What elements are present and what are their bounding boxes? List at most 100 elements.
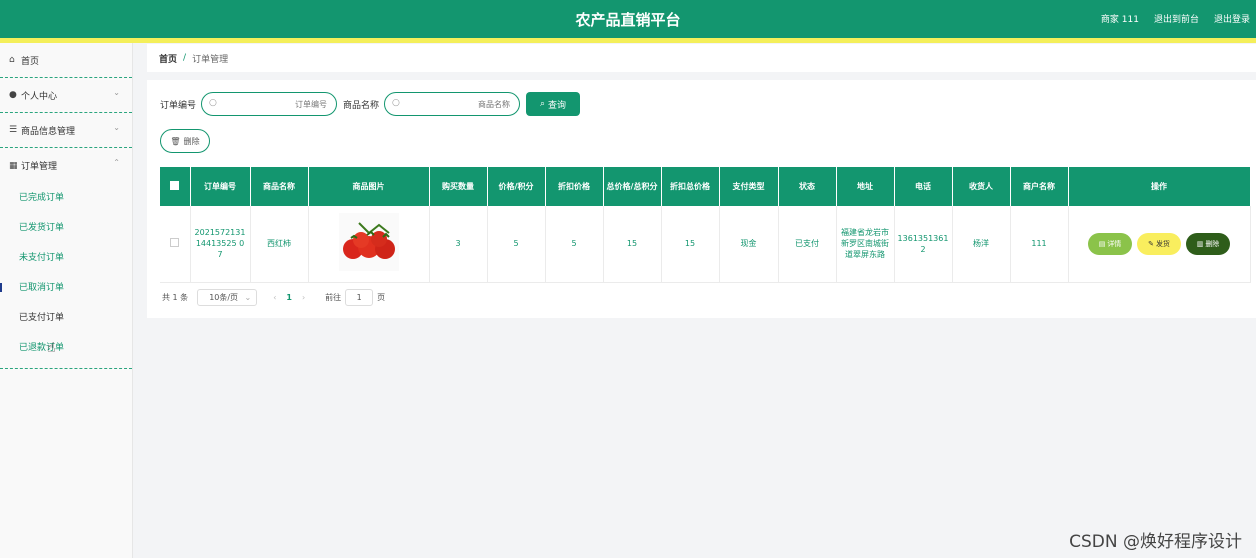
- logout-link[interactable]: 退出登录: [1214, 12, 1250, 25]
- hand-cursor-icon: ☝: [47, 340, 56, 356]
- sidebar-item-home[interactable]: ⌂ 首页: [0, 43, 132, 78]
- ship-button[interactable]: ✎ 发货: [1137, 232, 1181, 255]
- sidebar-item-orders[interactable]: ▦ 订单管理 ⌃: [0, 148, 132, 183]
- back-to-front-link[interactable]: 退出到前台: [1154, 12, 1199, 25]
- tomato-image: [338, 213, 399, 272]
- pay-type-cell: 现金: [719, 206, 779, 283]
- page-size-select[interactable]: 10条/页 ⌄: [197, 289, 258, 306]
- sidebar-item-unpaid[interactable]: 未支付订单: [0, 243, 132, 273]
- sidebar-item-label: 首页: [21, 56, 40, 67]
- row-actions: ▤ 详情 ✎ 发货 ▥ 删除: [1072, 232, 1247, 255]
- sidebar-item-paid[interactable]: 已支付订单: [0, 303, 132, 333]
- current-page[interactable]: 1: [286, 293, 292, 302]
- grid-icon: ▦: [9, 160, 18, 171]
- column-header: 折扣价格: [545, 167, 604, 206]
- address-cell: 福建省龙岩市新罗区南城街道翠屏东路: [836, 206, 895, 283]
- goods-name-cell: 西红柿: [250, 206, 309, 283]
- chevron-up-icon: ⌃: [113, 158, 120, 167]
- breadcrumb-home[interactable]: 首页: [159, 52, 177, 65]
- column-header: 状态: [778, 167, 837, 206]
- discount-price-cell: 5: [545, 206, 604, 283]
- row-select-cell[interactable]: [160, 206, 191, 283]
- orders-menu: ▦ 订单管理 ⌃ 已完成订单 已发货订单 未支付订单 已取消订单 已支付订单 已…: [0, 148, 132, 369]
- column-header: 价格/积分: [487, 167, 546, 206]
- watermark: CSDN @焕好程序设计: [1069, 532, 1242, 552]
- column-header: 地址: [836, 167, 895, 206]
- search-icon: ○: [392, 98, 400, 108]
- orders-table: 订单编号 商品名称 商品图片 购买数量 价格/积分 折扣价格 总价格/总积分 折…: [160, 167, 1251, 283]
- app-title: 农产品直销平台: [575, 11, 681, 29]
- sidebar-item-cancelled[interactable]: 已取消订单: [0, 273, 132, 303]
- edit-icon: ✎: [1148, 239, 1154, 248]
- select-all-checkbox[interactable]: [170, 181, 180, 190]
- column-header: 商品名称: [250, 167, 309, 206]
- main-panel: 订单编号 ○ 商品名称 ○ ⌕ 查询 🗑 删除 订单编号 商品名称 商品图片: [147, 80, 1256, 318]
- phone-cell: 13613513612: [894, 206, 953, 283]
- column-header: 商品图片: [308, 167, 430, 206]
- order-no-input[interactable]: [222, 96, 333, 112]
- ship-button-label: 发货: [1155, 239, 1170, 248]
- header-actions: 商家 111 退出到前台 退出登录: [1101, 12, 1250, 25]
- order-no-label: 订单编号: [160, 100, 197, 111]
- column-header: 订单编号: [190, 167, 251, 206]
- order-no-search-box[interactable]: ○: [201, 92, 338, 116]
- column-header: 操作: [1068, 167, 1251, 206]
- goods-name-search-box[interactable]: ○: [384, 92, 521, 116]
- sidebar: ⌂ 首页 ● 个人中心 ⌄ ☰ 商品信息管理 ⌄ ▦ 订单管理 ⌃ 已完成订单 …: [0, 43, 133, 558]
- user-icon: ●: [9, 90, 17, 100]
- table-header-row: 订单编号 商品名称 商品图片 购买数量 价格/积分 折扣价格 总价格/总积分 折…: [160, 167, 1251, 206]
- sidebar-item-completed[interactable]: 已完成订单: [0, 183, 132, 213]
- next-page-button[interactable]: ›: [302, 293, 305, 302]
- sidebar-item-refunded[interactable]: 已退款订单: [0, 333, 132, 363]
- price-cell: 5: [487, 206, 546, 283]
- column-header: 购买数量: [429, 167, 488, 206]
- accent-bar: [0, 38, 1256, 43]
- pagination: 共 1 条 10条/页 ⌄ ‹ 1 › 前往 1 页: [162, 289, 385, 306]
- detail-button-label: 详情: [1107, 239, 1122, 248]
- home-icon: ⌂: [9, 55, 15, 65]
- discount-total-cell: 15: [661, 206, 720, 283]
- breadcrumb-current: 订单管理: [192, 54, 229, 65]
- trash-icon: ▥: [1196, 239, 1204, 248]
- batch-delete-button[interactable]: 🗑 删除: [160, 129, 210, 153]
- detail-button[interactable]: ▤ 详情: [1088, 232, 1132, 255]
- goods-name-label: 商品名称: [343, 100, 380, 111]
- search-form: 订单编号 ○ 商品名称 ○ ⌕ 查询: [160, 92, 581, 116]
- search-icon: ⌕: [540, 99, 546, 109]
- status-cell: 已支付: [778, 206, 837, 283]
- column-header: 支付类型: [719, 167, 779, 206]
- column-header: 电话: [894, 167, 953, 206]
- sidebar-item-goods[interactable]: ☰ 商品信息管理 ⌄: [0, 113, 132, 148]
- sidebar-item-personal[interactable]: ● 个人中心 ⌄: [0, 78, 132, 113]
- quantity-cell: 3: [429, 206, 488, 283]
- delete-button[interactable]: ▥ 删除: [1186, 232, 1230, 255]
- total-cell: 15: [603, 206, 662, 283]
- top-header: 农产品直销平台 商家 111 退出到前台 退出登录: [0, 0, 1256, 38]
- order-no-cell: 202157213114413525 07: [190, 206, 251, 283]
- row-checkbox[interactable]: [170, 237, 180, 247]
- column-header: 总价格/总积分: [603, 167, 662, 206]
- column-header: 商户名称: [1010, 167, 1069, 206]
- column-header: 收货人: [952, 167, 1011, 206]
- delete-button-label: 删除: [1205, 239, 1220, 248]
- goods-name-input[interactable]: [405, 96, 516, 112]
- sidebar-item-shipped[interactable]: 已发货订单: [0, 213, 132, 243]
- breadcrumb-separator: /: [183, 53, 187, 63]
- query-button-label: 查询: [548, 100, 567, 111]
- chevron-down-icon: ⌄: [113, 88, 120, 97]
- merchant-cell: 111: [1010, 206, 1069, 283]
- page-suffix: 页: [377, 293, 386, 302]
- sidebar-item-label: 商品信息管理: [21, 126, 76, 137]
- batch-delete-label: 删除: [183, 136, 200, 146]
- select-all-cell[interactable]: [160, 167, 191, 206]
- operations-cell: ▤ 详情 ✎ 发货 ▥ 删除: [1068, 206, 1251, 283]
- goto-label: 前往: [325, 293, 342, 302]
- query-button[interactable]: ⌕ 查询: [526, 92, 581, 116]
- goods-image-cell: [308, 206, 430, 283]
- list-icon: ☰: [9, 125, 18, 135]
- prev-page-button[interactable]: ‹: [273, 293, 276, 302]
- goto-page-input[interactable]: 1: [345, 289, 374, 306]
- chevron-down-icon: ⌄: [244, 293, 252, 302]
- receiver-cell: 杨洋: [952, 206, 1011, 283]
- user-name: 商家 111: [1100, 15, 1139, 25]
